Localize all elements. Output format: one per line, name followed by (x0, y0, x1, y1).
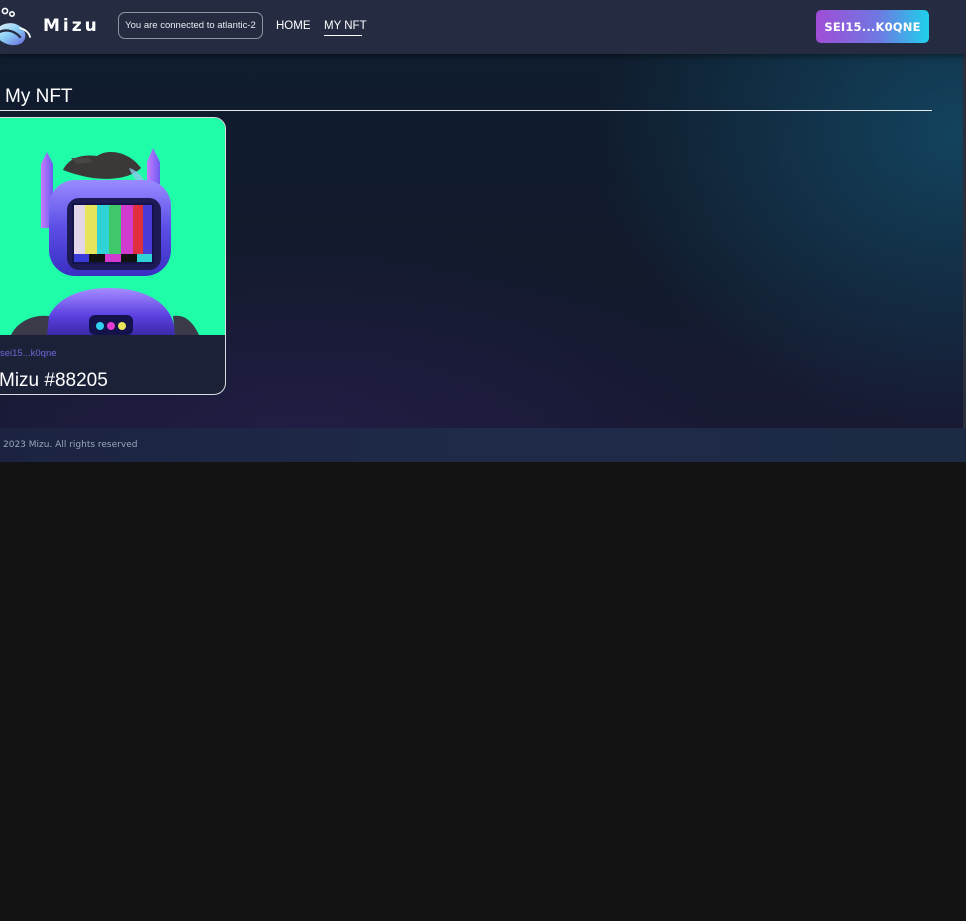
page-footer: 2023 Mizu. All rights reserved (0, 428, 966, 462)
network-status-badge: You are connected to atlantic-2 (118, 12, 263, 39)
active-nav-indicator (324, 35, 362, 36)
title-divider (0, 110, 932, 111)
copyright-text: 2023 Mizu. All rights reserved (3, 440, 138, 450)
nft-owner-address: sei15...k0qne (0, 348, 57, 359)
nft-image (0, 118, 225, 335)
nav-home-link[interactable]: HOME (276, 19, 311, 33)
robot-artwork-icon (0, 118, 225, 335)
page-title: My NFT (5, 86, 73, 107)
nft-card[interactable]: sei15...k0qne Mizu #88205 (0, 117, 226, 395)
nav-my-nft-link[interactable]: MY NFT (324, 19, 367, 33)
mizu-logo-icon (0, 7, 31, 46)
top-navbar: Mizu You are connected to atlantic-2 HOM… (0, 0, 966, 54)
app-root: Mizu You are connected to atlantic-2 HOM… (0, 0, 966, 921)
nft-name: Mizu #88205 (0, 370, 108, 391)
main-content: My NFT sei15...k0qne Mizu #88205 (0, 54, 966, 428)
brand-name: Mizu (43, 16, 100, 36)
wallet-address-button[interactable]: SEI15...K0QNE (816, 10, 929, 43)
